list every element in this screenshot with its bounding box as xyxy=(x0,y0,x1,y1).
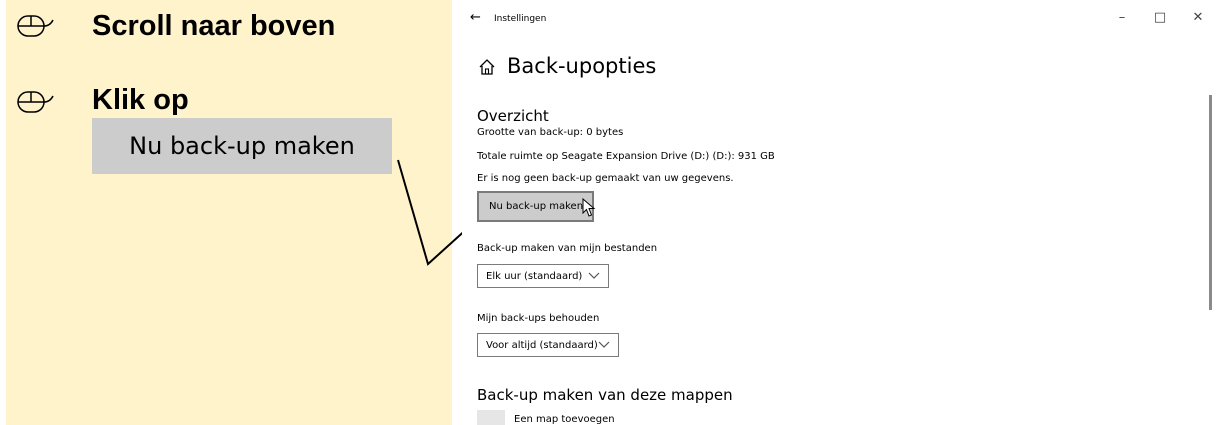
frequency-dropdown[interactable]: Elk uur (standaard) xyxy=(477,264,609,288)
add-folder-button[interactable] xyxy=(477,410,505,425)
backup-now-button[interactable]: Nu back-up maken xyxy=(477,191,594,222)
mouse-icon xyxy=(17,15,54,37)
scrollbar[interactable] xyxy=(1209,95,1212,310)
chevron-down-icon xyxy=(598,341,610,348)
folders-heading: Back-up maken van deze mappen xyxy=(477,386,733,404)
cursor-icon xyxy=(582,198,596,217)
page-title: Back-upopties xyxy=(507,54,657,78)
overview-heading: Overzicht xyxy=(477,107,549,125)
frequency-label: Back-up maken van mijn bestanden xyxy=(477,243,658,254)
retention-dropdown[interactable]: Voor altijd (standaard) xyxy=(477,333,619,357)
step-scroll-text: Scroll naar boven xyxy=(92,10,336,42)
back-arrow-icon[interactable]: ← xyxy=(470,10,481,25)
settings-window: ← Instellingen – □ ✕ Back-upopties Overz… xyxy=(462,0,1222,425)
add-folder-label[interactable]: Een map toevoegen xyxy=(514,414,615,425)
retention-value: Voor altijd (standaard) xyxy=(486,339,598,351)
backup-status-text: Er is nog geen back-up gemaakt van uw ge… xyxy=(477,173,734,184)
total-space-text: Totale ruimte op Seagate Expansion Drive… xyxy=(477,151,775,162)
maximize-button[interactable]: □ xyxy=(1150,10,1170,25)
chevron-down-icon xyxy=(588,272,600,279)
instruction-panel: Scroll naar boven Klik op Nu back-up mak… xyxy=(6,0,452,425)
step-click-text: Klik op xyxy=(92,84,189,116)
backup-size-text: Grootte van back-up: 0 bytes xyxy=(477,127,624,138)
mouse-icon xyxy=(17,91,54,113)
home-icon[interactable] xyxy=(478,58,496,76)
title-bar: ← Instellingen – □ ✕ xyxy=(462,0,1222,38)
minimize-button[interactable]: – xyxy=(1112,10,1132,25)
sample-backup-button: Nu back-up maken xyxy=(92,118,392,174)
retention-label: Mijn back-ups behouden xyxy=(477,313,600,324)
frequency-value: Elk uur (standaard) xyxy=(486,270,583,282)
close-button[interactable]: ✕ xyxy=(1188,10,1208,25)
window-title: Instellingen xyxy=(494,14,547,24)
